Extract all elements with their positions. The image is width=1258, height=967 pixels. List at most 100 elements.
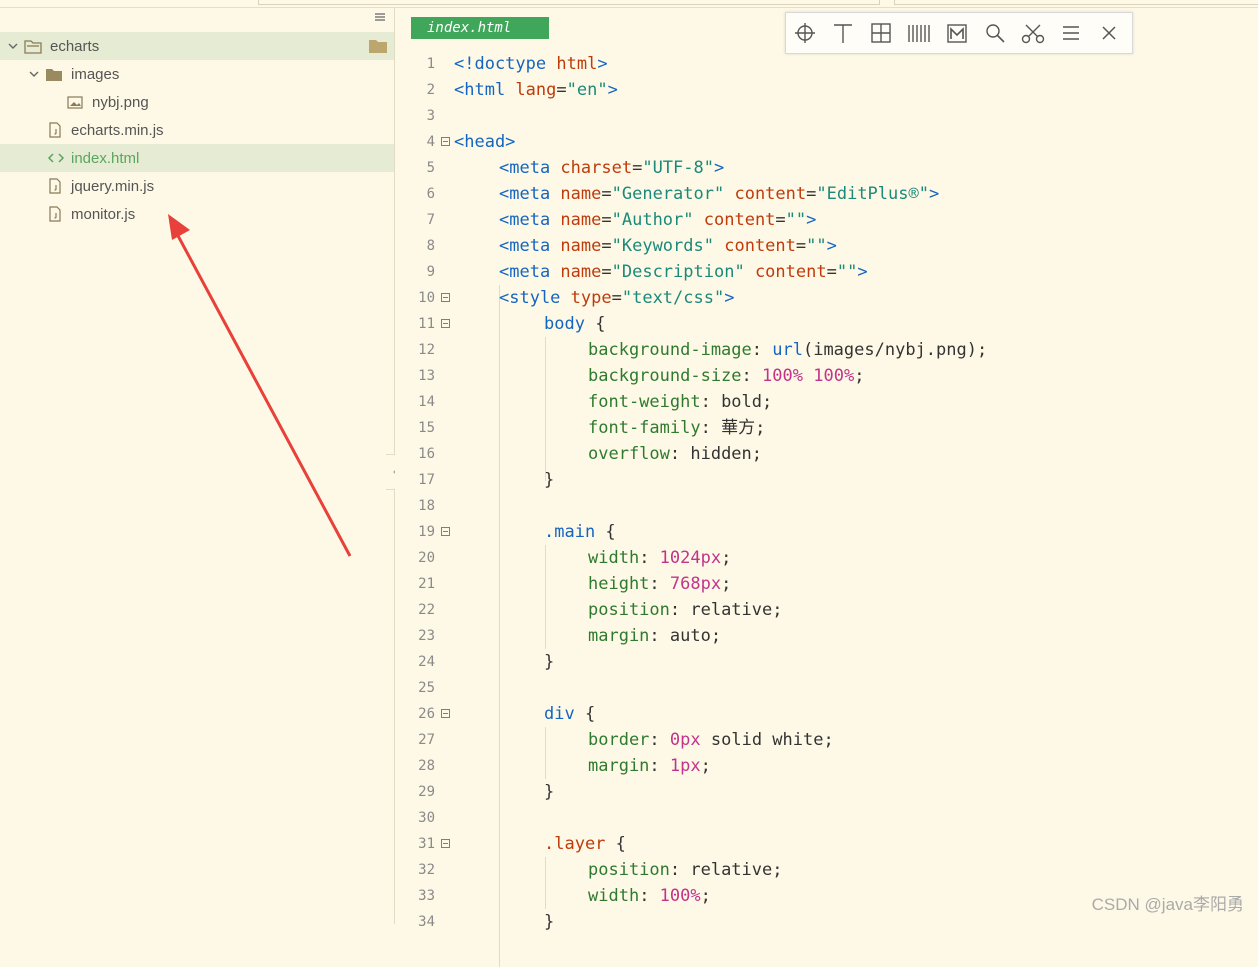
code-line[interactable]: 2 <html lang="en"> [395, 77, 1258, 103]
code-token: "" [806, 236, 827, 256]
code-line[interactable]: 30 [395, 805, 1258, 831]
code-token: name [560, 262, 602, 282]
code-line[interactable]: 14 font-weight: bold; [395, 389, 1258, 415]
code-token: charset [560, 158, 633, 178]
folder-icon [46, 69, 62, 81]
code-token: width [588, 548, 640, 568]
code-line[interactable]: 9 <meta name="Description" content=""> [395, 259, 1258, 285]
scissors-icon[interactable] [1014, 13, 1052, 53]
search-icon[interactable] [976, 13, 1014, 53]
code-line[interactable]: 32 position: relative; [395, 857, 1258, 883]
code-line[interactable]: 6 <meta name="Generator" content="EditPlu… [395, 181, 1258, 207]
code-line[interactable]: 11 body { [395, 311, 1258, 337]
code-editor[interactable]: index.html 1 <!doctype html> 2 <html lang=… [395, 8, 1258, 967]
code-token: % [843, 366, 855, 386]
code-line[interactable]: 27 border: 0px solid white; [395, 727, 1258, 753]
code-token: { [605, 834, 626, 854]
code-token: "Keywords" [611, 236, 714, 256]
code-line[interactable]: 26 div { [395, 701, 1258, 727]
code-line[interactable]: 22 position: relative; [395, 597, 1258, 623]
code-token: name [560, 210, 602, 230]
menu-icon[interactable] [374, 11, 386, 23]
code-line[interactable]: 15 font-family: 華方; [395, 415, 1258, 441]
mosaic-icon[interactable] [938, 13, 976, 53]
code-token: > [724, 288, 735, 308]
code-token: "" [785, 210, 807, 230]
tree-folder-images[interactable]: images [0, 60, 394, 88]
folder-icon[interactable] [368, 38, 388, 54]
code-line[interactable]: 18 [395, 493, 1258, 519]
code-line[interactable]: 29} [395, 779, 1258, 805]
code-token: = [632, 158, 643, 178]
code-token: 768 [669, 574, 701, 594]
chevron-down-icon[interactable] [29, 70, 39, 78]
code-token: overflow [588, 444, 670, 464]
code-line[interactable]: 20 width: 1024px; [395, 545, 1258, 571]
fold-toggle[interactable] [441, 293, 450, 302]
tree-file-index-html[interactable]: index.html [0, 144, 394, 172]
code-file-icon [47, 153, 65, 163]
grid-icon[interactable] [862, 13, 900, 53]
code-token: 100 [813, 366, 844, 386]
code-line[interactable]: 31 .layer { [395, 831, 1258, 857]
code-line[interactable]: 24} [395, 649, 1258, 675]
code-token: <head> [454, 132, 516, 152]
chevron-down-icon[interactable] [8, 42, 18, 50]
fold-toggle[interactable] [441, 527, 450, 536]
code-line[interactable]: 1 <!doctype html> [395, 51, 1258, 77]
code-line[interactable]: 7 <meta name="Author" content=""> [395, 207, 1258, 233]
code-token: content [754, 262, 827, 282]
tree-folder-echarts[interactable]: echarts [0, 32, 394, 60]
code-token: .layer [544, 834, 606, 854]
tree-file-echarts-min-js[interactable]: echarts.min.js [0, 116, 394, 144]
line-number: 11 [418, 316, 435, 332]
code-token: body [544, 314, 585, 334]
code-token: "" [836, 262, 858, 282]
text-icon[interactable] [824, 13, 862, 53]
close-icon[interactable] [1090, 13, 1128, 53]
code-line[interactable]: 13 background-size: 100% 100%; [395, 363, 1258, 389]
line-number: 7 [426, 212, 435, 228]
code-line[interactable]: 10 <style type="text/css"> [395, 285, 1258, 311]
code-line[interactable]: 28 margin: 1px; [395, 753, 1258, 779]
code-line[interactable]: 8 <meta name="Keywords" content=""> [395, 233, 1258, 259]
code-token: > [806, 210, 817, 230]
code-line[interactable]: 12 background-image: url(images/nybj.png)… [395, 337, 1258, 363]
crosshair-icon[interactable] [786, 13, 824, 53]
code-token: ; [854, 366, 865, 386]
fold-toggle[interactable] [441, 709, 450, 718]
code-line[interactable]: 19 .main { [395, 519, 1258, 545]
line-number: 6 [426, 186, 435, 202]
code-token: : [649, 574, 670, 594]
fold-toggle[interactable] [441, 839, 450, 848]
code-line[interactable]: 5 <meta charset="UTF-8"> [395, 155, 1258, 181]
line-number: 31 [418, 836, 435, 852]
code-line[interactable]: 4 <head> [395, 129, 1258, 155]
fold-toggle[interactable] [441, 137, 450, 146]
code-line[interactable]: 17} [395, 467, 1258, 493]
code-line[interactable]: 3 [395, 103, 1258, 129]
code-line[interactable]: 25 [395, 675, 1258, 701]
tree-file-nybj-png[interactable]: nybj.png [0, 88, 394, 116]
menu-icon[interactable] [1052, 13, 1090, 53]
line-number: 20 [418, 550, 435, 566]
fold-toggle[interactable] [441, 319, 450, 328]
code-token: position [588, 600, 670, 620]
tab-index-html[interactable]: index.html [411, 17, 549, 39]
js-file-icon [49, 122, 61, 138]
code-token: font-family [588, 418, 701, 438]
code-token: } [544, 912, 555, 932]
code-line[interactable]: 21 height: 768px; [395, 571, 1258, 597]
code-token: : relative; [669, 600, 783, 620]
code-line[interactable]: 23 margin: auto; [395, 623, 1258, 649]
code-token: <style [499, 288, 571, 308]
folder-open-icon [24, 40, 42, 54]
code-token: content [703, 210, 776, 230]
tree-file-jquery-min-js[interactable]: jquery.min.js [0, 172, 394, 200]
columns-icon[interactable] [900, 13, 938, 53]
line-number: 27 [418, 732, 435, 748]
screenshot-toolbar [785, 12, 1133, 54]
code-line[interactable]: 16 overflow: hidden; [395, 441, 1258, 467]
